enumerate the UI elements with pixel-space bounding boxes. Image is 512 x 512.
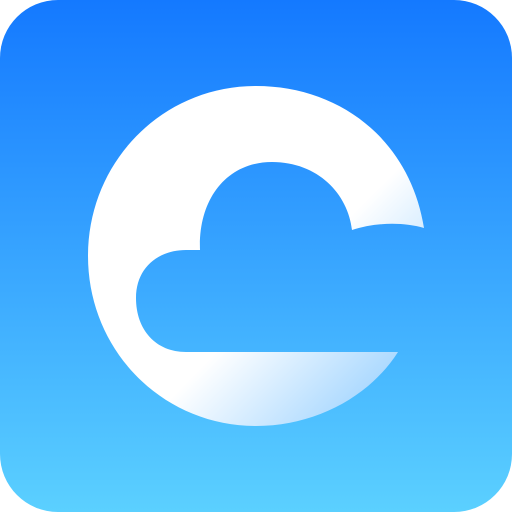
icon-tile-background bbox=[0, 0, 512, 512]
cloud-browser-app-icon[interactable] bbox=[0, 0, 512, 512]
icon-canvas bbox=[0, 0, 512, 512]
